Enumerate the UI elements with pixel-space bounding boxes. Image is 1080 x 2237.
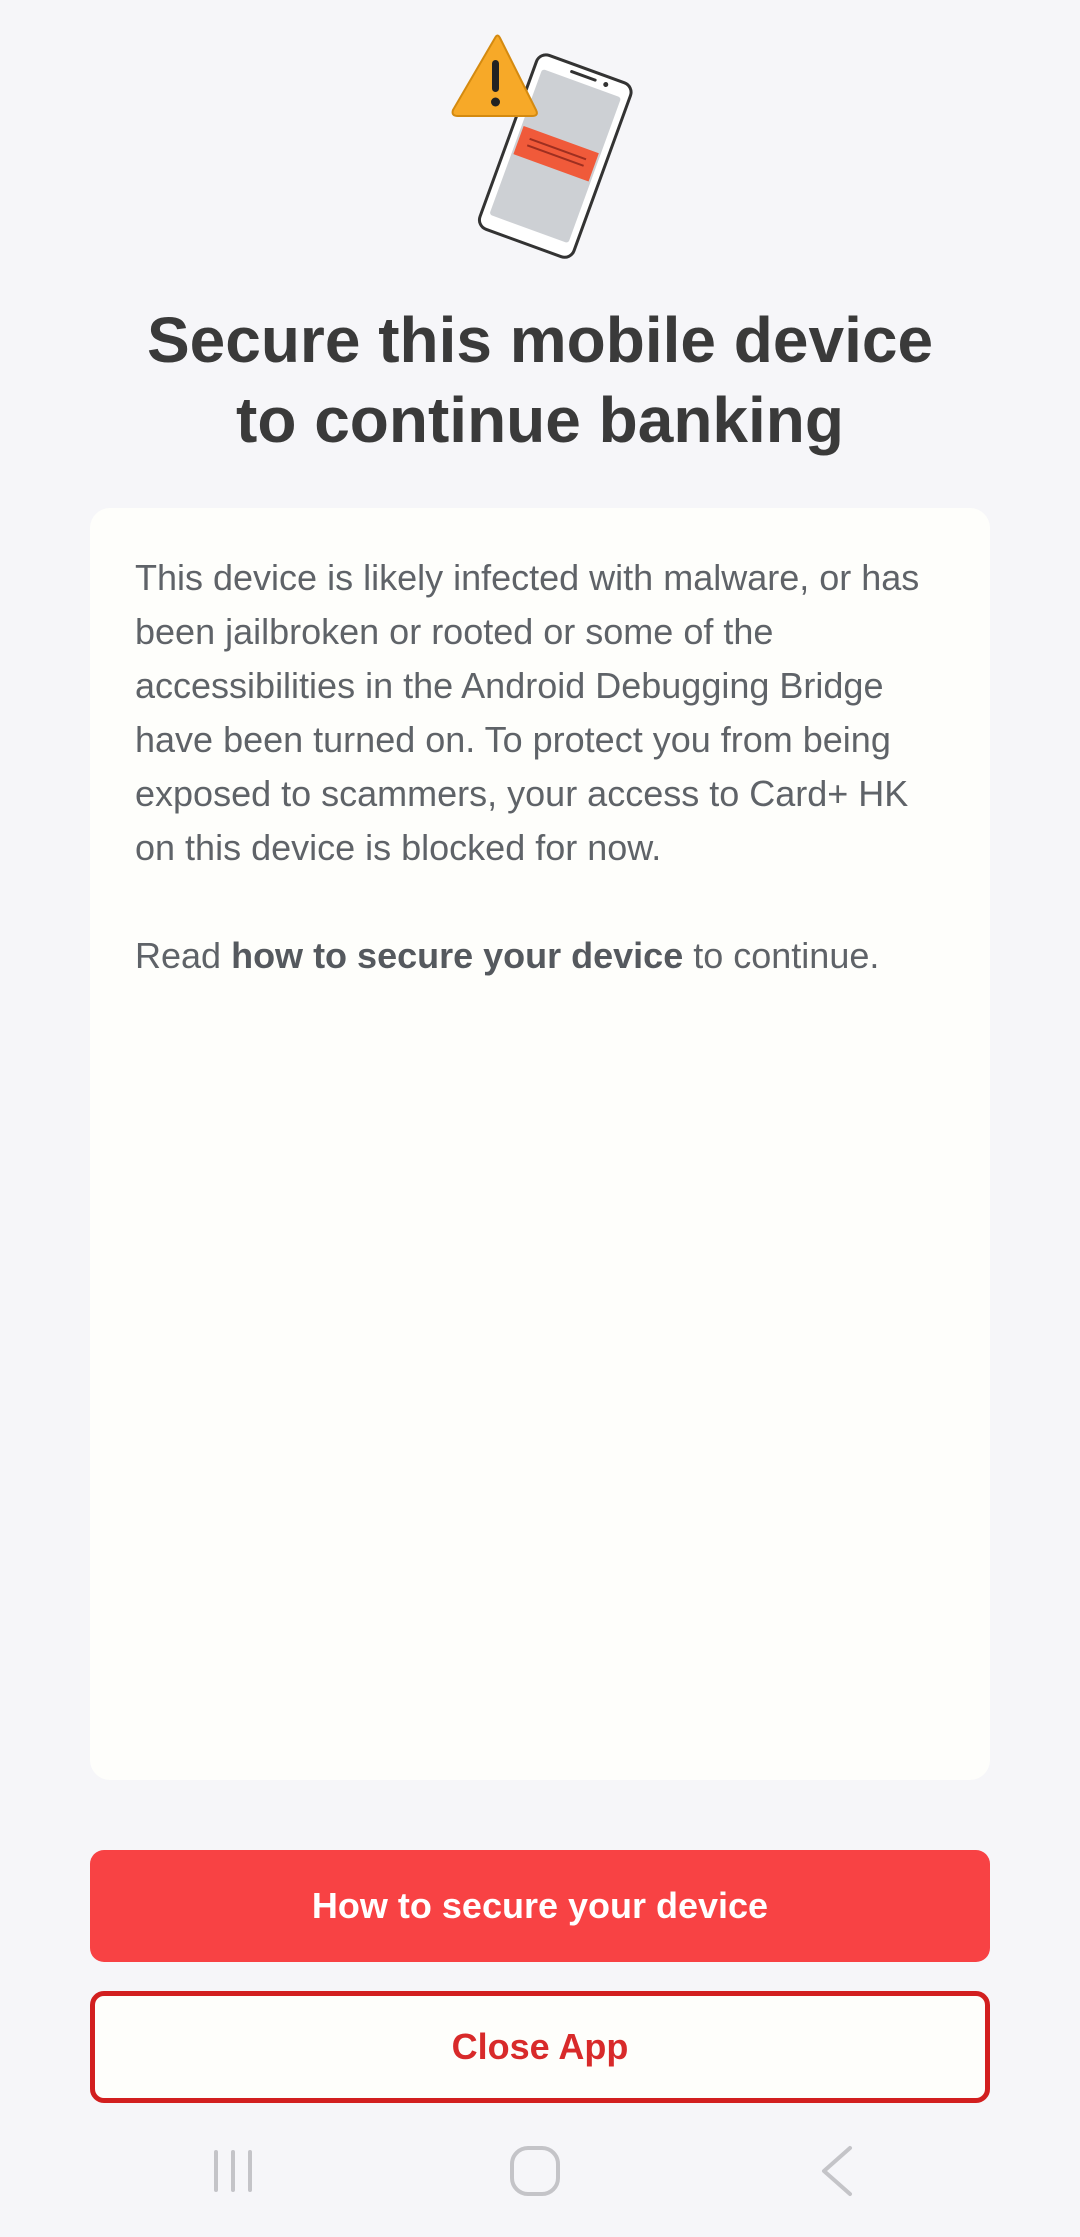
phone-warning-icon [451, 34, 633, 259]
phone-warning-illustration [445, 30, 645, 260]
malware-warning-paragraph: This device is likely infected with malw… [135, 557, 920, 868]
read-prefix: Read [135, 935, 232, 976]
page-title-line2: to continue banking [236, 384, 844, 456]
page-title-line1: Secure this mobile device [146, 304, 934, 376]
secure-device-link-text: how to secure your device [231, 935, 684, 976]
system-navigation-bar [0, 2130, 1080, 2210]
page-title: Secure this mobile device to continue ba… [90, 300, 990, 460]
read-instructions-paragraph: Read how to secure your device to contin… [135, 929, 955, 983]
info-card-text: This device is likely infected with malw… [135, 551, 955, 983]
how-to-secure-button[interactable]: How to secure your device [90, 1850, 990, 1962]
recents-icon[interactable] [203, 2140, 263, 2200]
close-app-button-label: Close App [451, 2026, 629, 2067]
close-app-button[interactable]: Close App [90, 1991, 990, 2103]
read-suffix: to continue. [683, 935, 880, 976]
how-to-secure-button-label: How to secure your device [311, 1885, 769, 1926]
info-card: This device is likely infected with malw… [90, 508, 990, 1780]
back-icon[interactable] [808, 2140, 868, 2200]
home-icon[interactable] [505, 2140, 565, 2200]
